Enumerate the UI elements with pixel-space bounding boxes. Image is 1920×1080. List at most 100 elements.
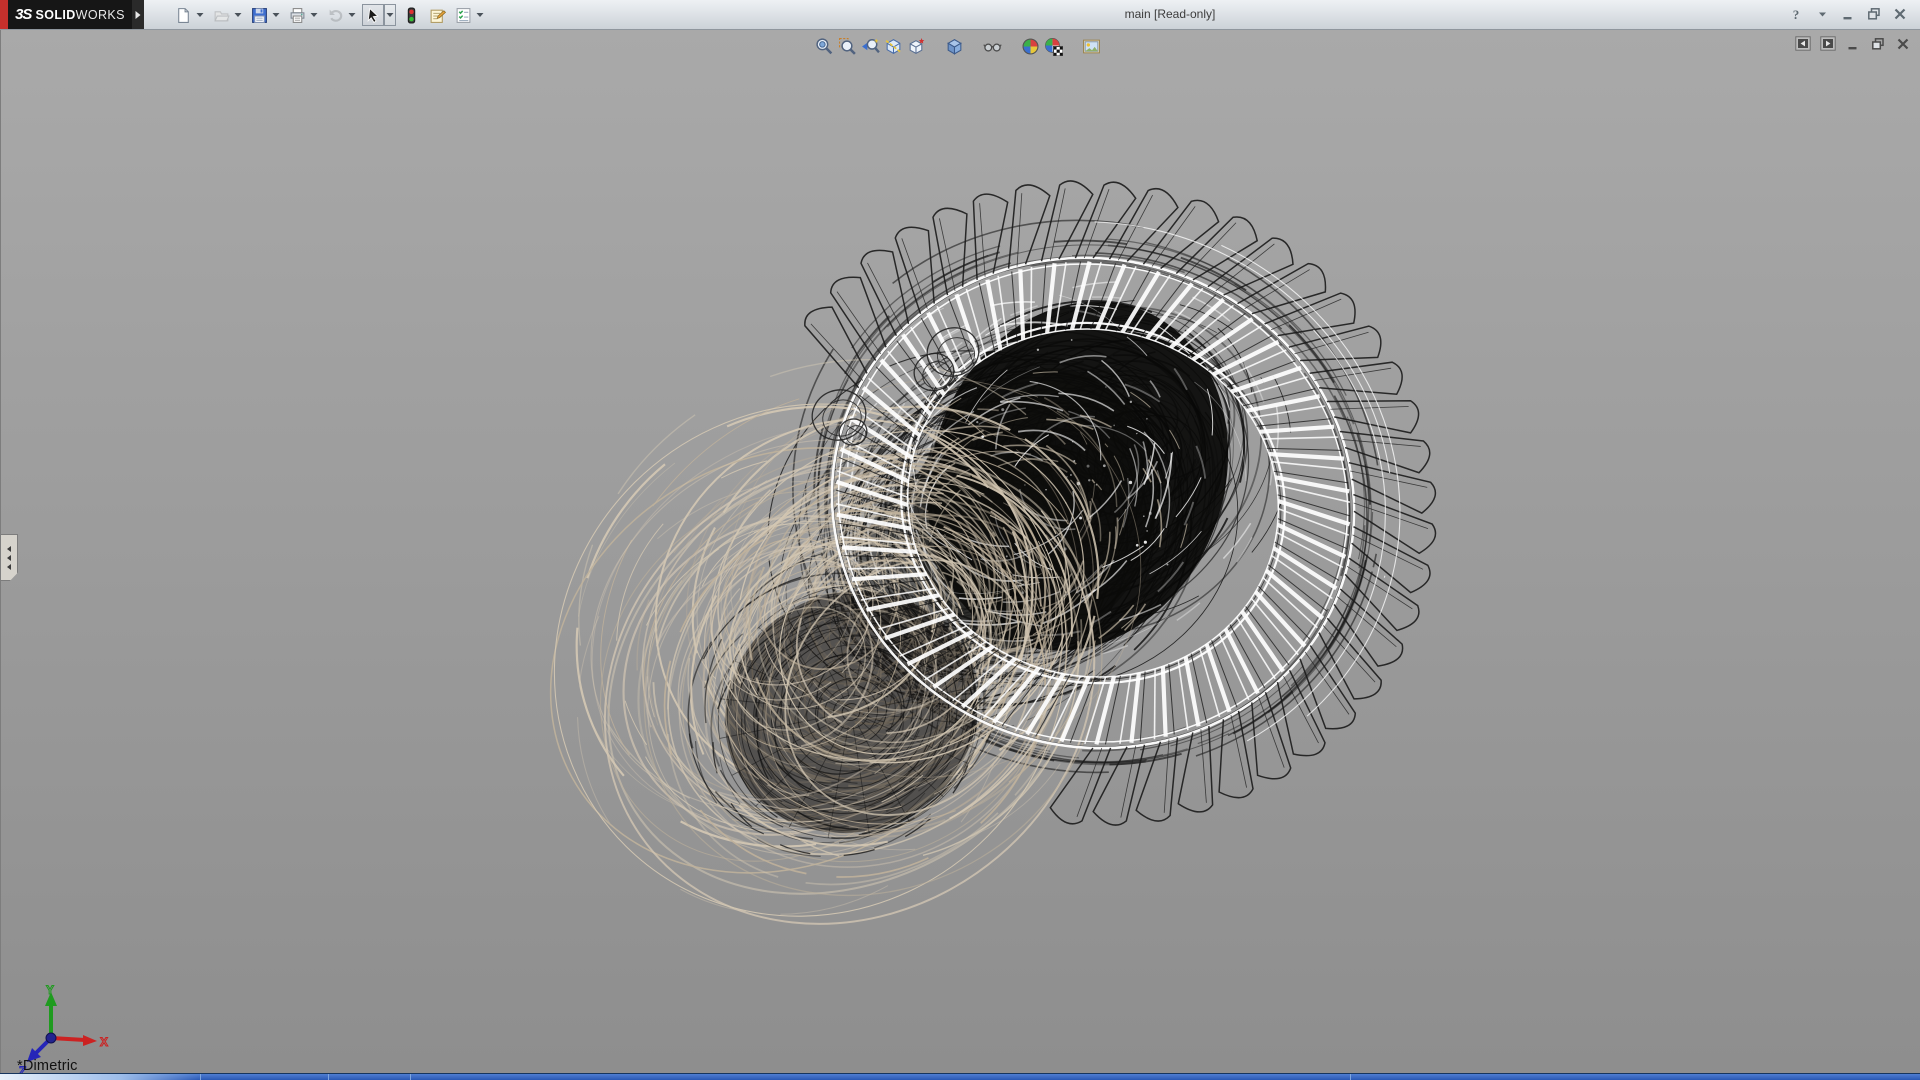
title-bar: 3S SOLIDWORKS main [Read-only] ? <box>0 0 1920 30</box>
new-doc-icon <box>175 7 192 24</box>
heads-up-view-toolbar <box>813 35 1103 58</box>
taskbar-sliver[interactable] <box>0 1073 1920 1080</box>
zoom-to-fit-button[interactable] <box>813 35 836 58</box>
taskbar-separator <box>328 1074 329 1080</box>
menu-expand-button[interactable] <box>132 0 144 29</box>
options-icon <box>455 7 472 24</box>
undo-icon <box>327 7 344 24</box>
win-close-icon <box>1896 37 1910 51</box>
options-button[interactable] <box>452 4 474 26</box>
hide-show-items-button[interactable] <box>981 35 1004 58</box>
caret-down-icon <box>272 12 280 18</box>
rebuild-button[interactable] <box>400 4 422 26</box>
document-window-controls <box>1794 35 1912 52</box>
zoom-area-icon <box>838 37 857 56</box>
view-orientation-button[interactable] <box>905 35 928 58</box>
view-orient-icon <box>907 37 926 56</box>
caret-down-icon <box>234 12 242 18</box>
options-dropdown-button[interactable] <box>474 4 486 26</box>
save-button[interactable] <box>248 4 270 26</box>
taskbar-highlight <box>0 1074 200 1080</box>
logo-wordmark: SOLIDWORKS <box>35 6 124 24</box>
y-axis-label: Y <box>46 983 54 997</box>
new-document-dropdown-button[interactable] <box>194 4 206 26</box>
save-dropdown-button[interactable] <box>270 4 282 26</box>
section-icon <box>884 37 903 56</box>
triad-origin <box>46 1033 56 1043</box>
display-style-button[interactable] <box>943 35 966 58</box>
print-button[interactable] <box>286 4 308 26</box>
taskbar-separator <box>200 1074 201 1080</box>
select-icon <box>365 7 382 24</box>
solidworks-logo: 3S SOLIDWORKS <box>8 0 132 29</box>
expand-left-arrow-icon <box>7 564 11 570</box>
help-icon: ? <box>1789 6 1803 22</box>
scene-icon <box>1044 37 1063 56</box>
win-min-icon <box>1846 37 1860 51</box>
file-properties-button[interactable] <box>426 4 448 26</box>
win-close-icon <box>1893 7 1907 21</box>
expand-left-arrow-icon <box>7 555 11 561</box>
caret-down-icon <box>310 12 318 18</box>
doc-next-icon <box>1820 36 1836 51</box>
traffic-icon <box>403 7 420 24</box>
caret-down-icon <box>196 12 204 18</box>
expand-left-arrow-icon <box>7 546 11 552</box>
x-axis-arrow <box>83 1035 97 1046</box>
help-dropdown-button[interactable] <box>1812 4 1832 24</box>
print-icon <box>289 7 306 24</box>
previous-view-button[interactable] <box>859 35 882 58</box>
caret-down-icon <box>348 12 356 18</box>
undo-button[interactable] <box>324 4 346 26</box>
document-title: main [Read-only] <box>1040 7 1300 21</box>
view-orientation-label: *Dimetric <box>17 1058 78 1074</box>
previous-document-button[interactable] <box>1794 35 1812 52</box>
select-button[interactable] <box>362 4 384 26</box>
help-button[interactable]: ? <box>1786 4 1806 24</box>
caret-down-icon <box>386 12 394 18</box>
close-window-button[interactable] <box>1890 4 1910 24</box>
x-axis-label: X <box>100 1035 108 1049</box>
zoom-to-area-button[interactable] <box>836 35 859 58</box>
open-dropdown-button[interactable] <box>232 4 244 26</box>
edit-appearance-button[interactable] <box>1019 35 1042 58</box>
new-document-button[interactable] <box>172 4 194 26</box>
window-controls: ? <box>1786 3 1910 25</box>
appearance-icon <box>1021 37 1040 56</box>
note-icon <box>429 7 446 24</box>
open-icon <box>213 7 230 24</box>
win-restore-icon <box>1871 37 1885 51</box>
doc-prev-icon <box>1795 36 1811 51</box>
next-document-button[interactable] <box>1819 35 1837 52</box>
win-min-icon <box>1841 7 1855 21</box>
open-button[interactable] <box>210 4 232 26</box>
close-document-button[interactable] <box>1894 35 1912 52</box>
view-settings-icon <box>1082 37 1101 56</box>
prev-view-icon <box>861 37 880 56</box>
minimize-document-button[interactable] <box>1844 35 1862 52</box>
solidworks-window: 3S SOLIDWORKS main [Read-only] ? Y X Z <box>0 0 1920 1080</box>
select-dropdown-button[interactable] <box>384 4 396 26</box>
restore-window-button[interactable] <box>1864 4 1884 24</box>
chevron-right-icon <box>134 10 142 20</box>
svg-text:?: ? <box>1793 7 1800 22</box>
logo-3s-glyph: 3S <box>15 6 31 23</box>
display-style-icon <box>945 37 964 56</box>
model-canvas[interactable] <box>1 30 1920 1074</box>
apply-scene-button[interactable] <box>1042 35 1065 58</box>
minimize-window-button[interactable] <box>1838 4 1858 24</box>
save-icon <box>251 7 268 24</box>
restore-document-button[interactable] <box>1869 35 1887 52</box>
glasses-icon <box>983 37 1002 56</box>
win-restore-icon <box>1867 7 1881 21</box>
taskbar-separator <box>1350 1074 1351 1080</box>
undo-dropdown-button[interactable] <box>346 4 358 26</box>
graphics-area[interactable]: Y X Z *Dimetric <box>0 30 1920 1074</box>
section-view-button[interactable] <box>882 35 905 58</box>
view-settings-button[interactable] <box>1080 35 1103 58</box>
main-toolbar <box>172 3 490 27</box>
featuremanager-collapsed-tab[interactable] <box>1 534 18 581</box>
caret-down-icon <box>1818 6 1827 22</box>
brand-accent-bar <box>0 0 8 29</box>
print-dropdown-button[interactable] <box>308 4 320 26</box>
